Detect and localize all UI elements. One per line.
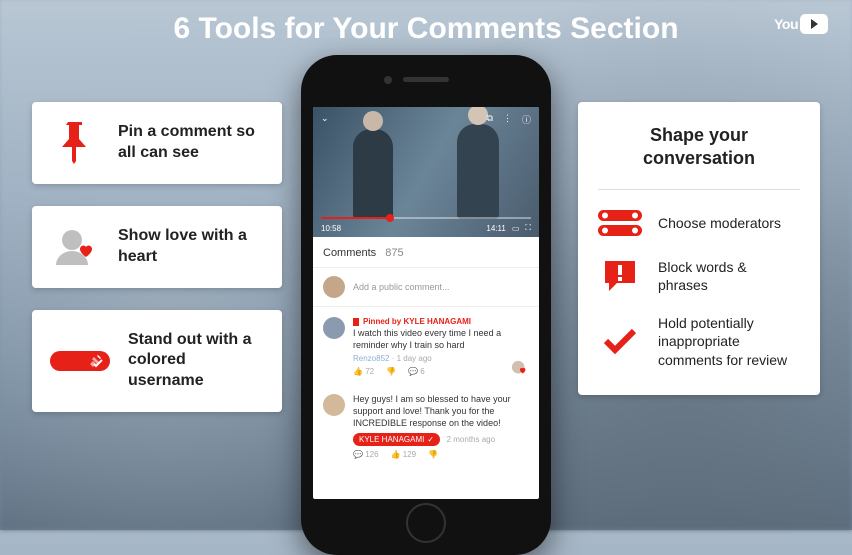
video-progress[interactable] [321,217,531,219]
right-text: Choose moderators [658,214,781,232]
phone-screen: ⌄ ⧉ ⋮ ⓘ 10:58 14:11 ▭ ⛶ Comments 875 [313,107,539,499]
dislike-button[interactable]: 👎 [428,450,438,459]
video-figure [353,129,393,219]
video-top-bar: ⌄ ⧉ ⋮ ⓘ [313,113,539,126]
youtube-you: You [774,16,798,32]
like-button[interactable]: 👍 72 [353,367,374,376]
video-times: 10:58 14:11 ▭ ⛶ [321,223,531,233]
pinned-label: Pinned by KYLE HANAGAMI [353,317,529,326]
youtube-logo: You [774,14,828,34]
feature-card-username: Stand out with a colored username [32,310,282,412]
right-row-moderators: Choose moderators [598,208,800,238]
comment-item: Pinned by KYLE HANAGAMI I watch this vid… [313,307,539,384]
feature-text: Pin a comment so all can see [118,122,264,164]
comment-item: Hey guys! I am so blessed to have your s… [313,384,539,467]
feature-text: Show love with a heart [118,226,264,268]
video-player[interactable]: ⌄ ⧉ ⋮ ⓘ 10:58 14:11 ▭ ⛶ [313,107,539,237]
add-comment-row[interactable]: Add a public comment... [313,268,539,307]
comment-text: I watch this video every time I need a r… [353,328,529,351]
add-comment-input[interactable]: Add a public comment... [353,282,450,292]
avatar [323,394,345,416]
info-icon[interactable]: ⓘ [522,113,531,126]
autoplay-icon[interactable]: ▭ [512,224,520,233]
replies-button[interactable]: 💬 126 [353,450,379,459]
more-icon[interactable]: ⋮ [503,113,512,126]
heart-avatar-icon [50,227,100,267]
block-words-icon [598,259,642,293]
time-current: 10:58 [321,224,341,233]
avatar [323,276,345,298]
queue-icon[interactable]: ⧉ [487,113,493,126]
feature-text: Stand out with a colored username [128,330,264,392]
video-figure [457,124,499,219]
right-text: Block words & phrases [658,258,800,294]
dislike-button[interactable]: 👎 [386,367,396,376]
phone-speaker [403,77,449,82]
right-text: Hold potentially inappropriate comments … [658,314,800,369]
creator-badge[interactable]: KYLE HANAGAMI ✓ [353,433,440,446]
moderators-icon [598,208,642,238]
comment-ago: 2 months ago [447,435,495,444]
phone-home-button[interactable] [406,503,446,543]
avatar [323,317,345,339]
page-title: 6 Tools for Your Comments Section [0,12,852,46]
right-row-block: Block words & phrases [598,258,800,294]
replies-button[interactable]: 💬 6 [408,367,425,376]
comment-author[interactable]: Renzo852 [353,354,389,363]
comment-ago: 1 day ago [397,354,432,363]
feature-card-heart: Show love with a heart [32,206,282,288]
right-card: Shape your conversation Choose moderator… [578,102,820,395]
fullscreen-icon[interactable]: ⛶ [525,223,531,233]
feature-card-pin: Pin a comment so all can see [32,102,282,184]
comment-actions: 💬 126 👍 129 👎 [353,450,529,459]
comments-header: Comments 875 [313,237,539,268]
right-row-hold: Hold potentially inappropriate comments … [598,314,800,369]
username-pill-icon [50,349,110,373]
phone-camera [384,76,392,84]
youtube-play-icon [800,14,828,34]
pin-flag-icon [353,318,359,326]
left-column: Pin a comment so all can see Show love w… [32,102,282,412]
phone-mockup: ⌄ ⧉ ⋮ ⓘ 10:58 14:11 ▭ ⛶ Comments 875 [301,55,551,555]
time-total: 14:11 [486,224,505,233]
divider [598,189,800,190]
creator-heart-icon [511,360,529,378]
comments-count: 875 [385,247,403,259]
right-heading: Shape your conversation [598,124,800,171]
chevron-down-icon[interactable]: ⌄ [321,113,329,126]
checkmark-icon [598,327,642,355]
comment-actions: 👍 72 👎 💬 6 [353,367,529,376]
like-button[interactable]: 👍 129 [391,450,417,459]
comments-label: Comments [323,247,376,259]
comment-text: Hey guys! I am so blessed to have your s… [353,394,529,429]
comment-meta: Renzo852 · 1 day ago [353,354,529,363]
pin-icon [50,122,100,164]
